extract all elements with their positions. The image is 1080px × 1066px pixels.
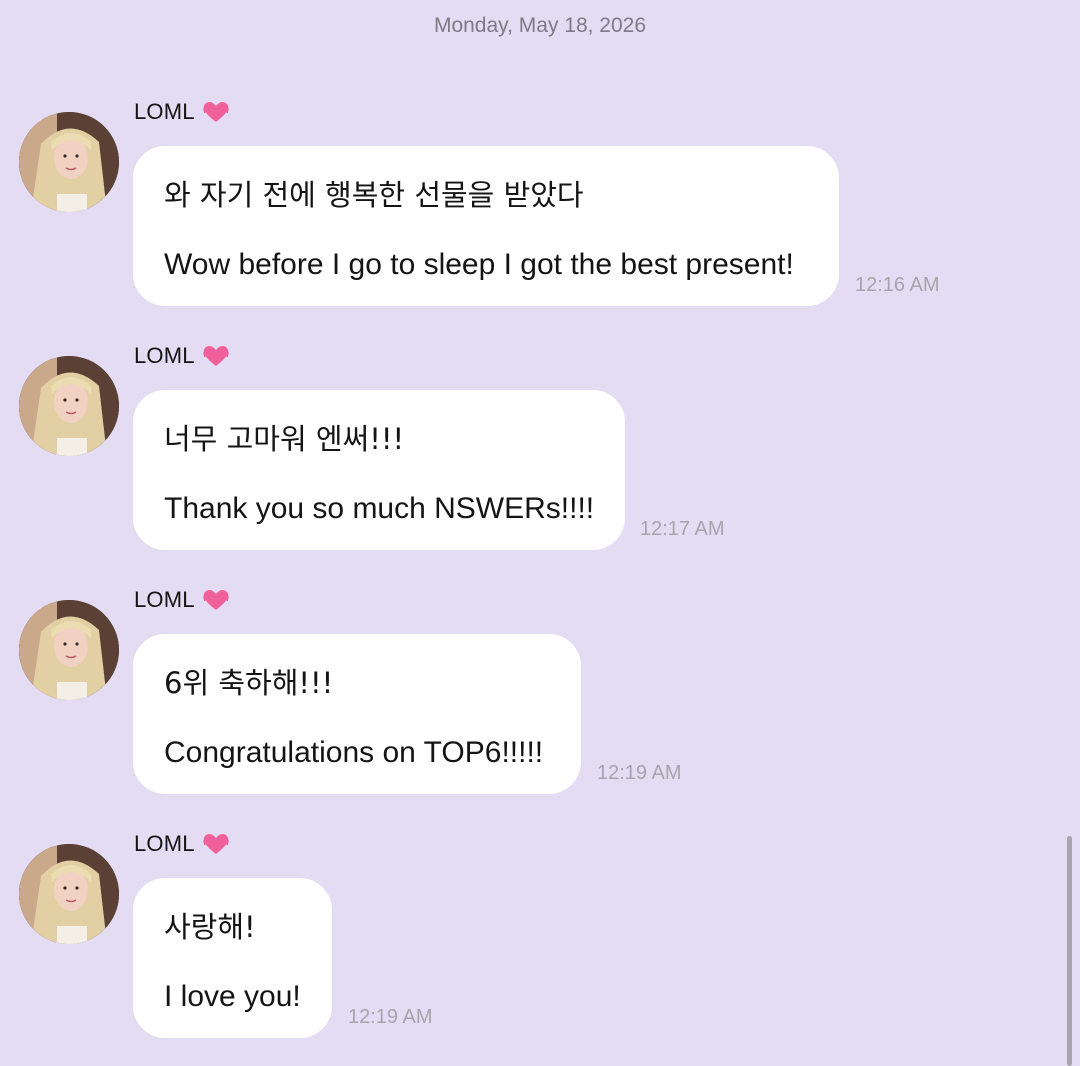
message-text-english: I love you! [164, 980, 301, 1013]
sender-label: LOML [134, 99, 195, 124]
date-header: Monday, May 18, 2026 [433, 14, 647, 37]
message-bubble[interactable]: 와 자기 전에 행복한 선물을 받았다 Wow before I go to s… [133, 146, 839, 306]
scrollbar[interactable] [1067, 836, 1072, 1066]
message-timestamp: 12:16 AM [855, 274, 940, 296]
beating-heart-icon [201, 99, 231, 125]
message-timestamp: 12:19 AM [597, 762, 682, 784]
message-text-english: Congratulations on TOP6!!!!! [164, 736, 544, 769]
sender-name: LOML [134, 340, 231, 372]
message-item: LOML 6위 축하해!!! Congratulations on TOP6!!… [0, 584, 1080, 794]
message-text-korean: 와 자기 전에 행복한 선물을 받았다 [164, 178, 584, 212]
beating-heart-icon [201, 587, 231, 613]
message-item: LOML 사랑해! I love you! 12:19 AM [0, 828, 1080, 1038]
message-item: LOML 와 자기 전에 행복한 선물을 받았다 Wow before I go… [0, 96, 1080, 306]
sender-label: LOML [134, 831, 195, 856]
sender-name: LOML [134, 96, 231, 128]
message-text-english: Wow before I go to sleep I got the best … [164, 248, 794, 281]
message-bubble[interactable]: 너무 고마워 엔써!!! Thank you so much NSWERs!!!… [133, 390, 625, 550]
avatar[interactable] [19, 356, 119, 456]
sender-label: LOML [134, 343, 195, 368]
message-bubble[interactable]: 6위 축하해!!! Congratulations on TOP6!!!!! [133, 634, 581, 794]
beating-heart-icon [201, 343, 231, 369]
avatar[interactable] [19, 844, 119, 944]
message-bubble[interactable]: 사랑해! I love you! [133, 878, 332, 1038]
message-timestamp: 12:17 AM [640, 518, 725, 540]
avatar[interactable] [19, 600, 119, 700]
sender-name: LOML [134, 584, 231, 616]
message-text-english: Thank you so much NSWERs!!!! [164, 492, 595, 525]
message-timestamp: 12:19 AM [348, 1006, 433, 1028]
beating-heart-icon [201, 831, 231, 857]
sender-name: LOML [134, 828, 231, 860]
message-text-korean: 사랑해! [164, 910, 256, 944]
message-item: LOML 너무 고마워 엔써!!! Thank you so much NSWE… [0, 340, 1080, 550]
avatar[interactable] [19, 112, 119, 212]
message-text-korean: 6위 축하해!!! [164, 666, 334, 700]
message-text-korean: 너무 고마워 엔써!!! [164, 422, 405, 456]
sender-label: LOML [134, 587, 195, 612]
